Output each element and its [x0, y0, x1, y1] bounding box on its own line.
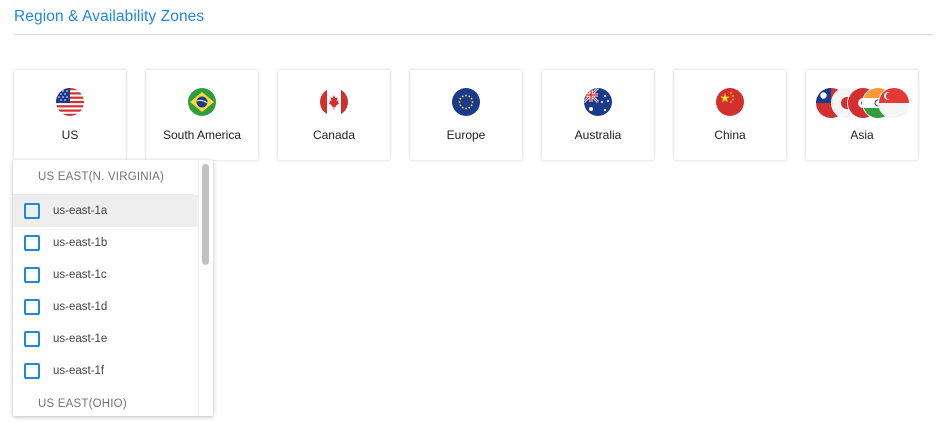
- region-label-us: US: [61, 128, 79, 142]
- dropdown-scrollbar-thumb[interactable]: [202, 164, 209, 265]
- australia-flag-icon: [584, 88, 612, 116]
- zone-option-us-east-1a[interactable]: us-east-1a: [13, 195, 199, 227]
- zone-option-us-east-1d[interactable]: us-east-1d: [13, 291, 199, 323]
- section-title: Region & Availability Zones: [14, 8, 205, 25]
- region-card-us[interactable]: US: [14, 70, 126, 160]
- region-label-china: China: [714, 128, 746, 142]
- asia-flags-icon: [816, 88, 911, 118]
- page: Region & Availability Zones US South Ame…: [0, 0, 938, 422]
- checkbox-us-east-1f[interactable]: [24, 363, 40, 379]
- dropdown-scrollbar[interactable]: [198, 160, 213, 416]
- us-flag-icon: [56, 88, 84, 116]
- region-label-australia: Australia: [574, 128, 622, 142]
- brazil-flag-icon: [188, 88, 216, 116]
- zone-option-us-east-1c[interactable]: us-east-1c: [13, 259, 199, 291]
- eu-flag-icon: [452, 88, 480, 116]
- region-card-canada[interactable]: Canada: [278, 70, 390, 160]
- zone-option-us-east-1b[interactable]: us-east-1b: [13, 227, 199, 259]
- region-card-china[interactable]: China: [674, 70, 786, 160]
- checkbox-us-east-1c[interactable]: [24, 267, 40, 283]
- zone-label-us-east-1a: us-east-1a: [53, 205, 108, 217]
- region-label-south-america: South America: [162, 128, 242, 142]
- canada-flag-icon: [320, 88, 348, 116]
- group-header-us-east-n-virginia: US EAST(N. VIRGINIA): [13, 160, 193, 195]
- region-label-europe: Europe: [446, 128, 486, 142]
- china-flag-icon: [716, 88, 744, 116]
- section-divider: [14, 34, 933, 35]
- checkbox-us-east-1b[interactable]: [24, 235, 40, 251]
- zone-option-us-east-1e[interactable]: us-east-1e: [13, 323, 199, 355]
- region-card-south-america[interactable]: South America: [146, 70, 258, 160]
- zone-label-us-east-1b: us-east-1b: [53, 237, 108, 249]
- region-label-canada: Canada: [312, 128, 356, 142]
- zone-option-us-east-1f[interactable]: us-east-1f: [13, 355, 199, 387]
- region-label-asia: Asia: [850, 128, 874, 142]
- region-card-asia[interactable]: Asia: [806, 70, 918, 160]
- group-header-us-east-ohio: US EAST(OHIO): [38, 398, 127, 410]
- availability-zone-list: US EAST(N. VIRGINIA) us-east-1a us-east-…: [13, 160, 199, 416]
- region-card-australia[interactable]: Australia: [542, 70, 654, 160]
- checkbox-us-east-1e[interactable]: [24, 331, 40, 347]
- checkbox-us-east-1a[interactable]: [24, 203, 40, 219]
- singapore-flag-icon: [879, 88, 909, 118]
- region-card-row: US South America Canada Europe Australia…: [0, 70, 938, 162]
- region-card-europe[interactable]: Europe: [410, 70, 522, 160]
- zone-label-us-east-1e: us-east-1e: [53, 333, 108, 345]
- availability-zone-dropdown[interactable]: US EAST(N. VIRGINIA) us-east-1a us-east-…: [13, 160, 213, 416]
- zone-label-us-east-1d: us-east-1d: [53, 301, 108, 313]
- zone-label-us-east-1c: us-east-1c: [53, 269, 107, 281]
- zone-label-us-east-1f: us-east-1f: [53, 365, 105, 377]
- checkbox-us-east-1d[interactable]: [24, 299, 40, 315]
